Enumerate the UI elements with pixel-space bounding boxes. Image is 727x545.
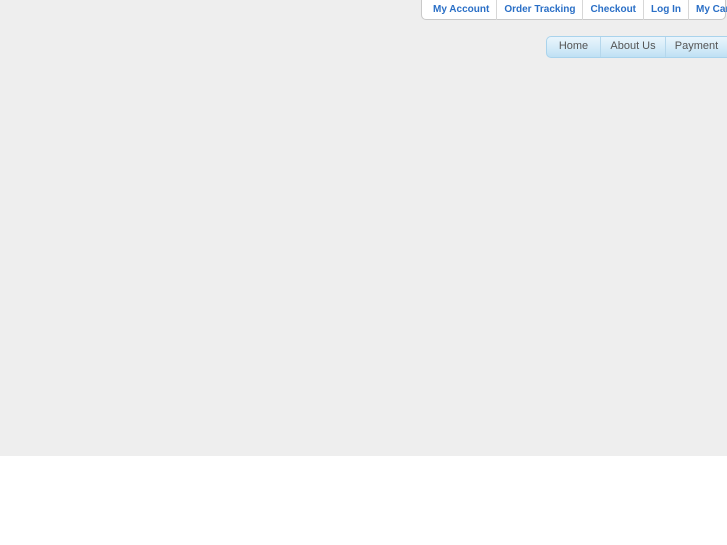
main-navigation: Home About Us Payment (546, 36, 727, 58)
page-background (0, 0, 727, 456)
my-account-link[interactable]: My Account (422, 0, 496, 20)
log-in-link[interactable]: Log In (643, 0, 688, 20)
order-tracking-link[interactable]: Order Tracking (496, 0, 582, 20)
nav-item-about-us[interactable]: About Us (600, 37, 665, 57)
account-links-bar: My Account Order Tracking Checkout Log I… (421, 0, 727, 20)
checkout-link[interactable]: Checkout (582, 0, 643, 20)
nav-item-payment[interactable]: Payment (665, 37, 727, 57)
nav-item-home[interactable]: Home (547, 37, 600, 57)
my-cart-link[interactable]: My Cart (688, 0, 727, 20)
